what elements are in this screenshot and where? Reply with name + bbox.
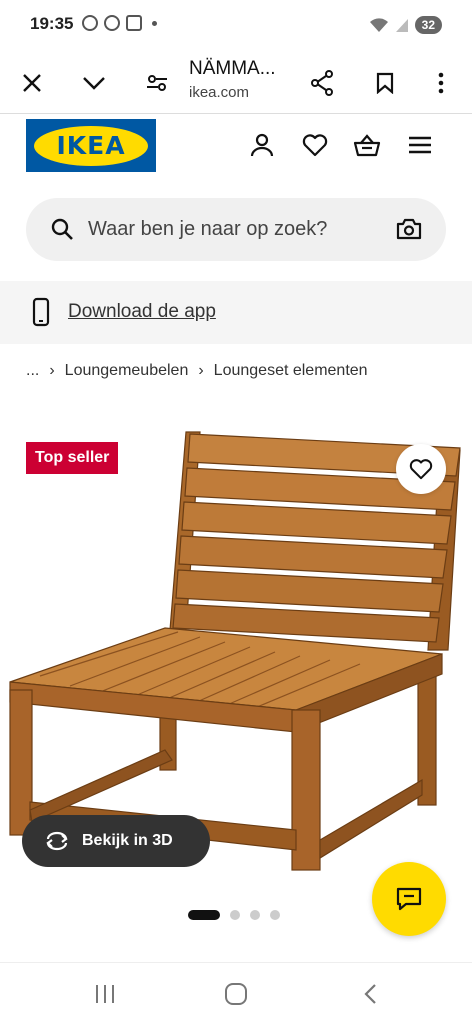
breadcrumb-item-loungemeubelen[interactable]: Loungemeubelen <box>65 362 189 380</box>
chat-icon <box>396 887 422 911</box>
bookmark-button[interactable] <box>365 63 405 103</box>
logo-text: IKEA <box>56 131 126 160</box>
gallery-pagination <box>188 910 280 920</box>
phone-icon <box>32 297 50 327</box>
chevron-down-icon <box>83 77 105 90</box>
more-options-button[interactable] <box>421 63 461 103</box>
close-tab-button[interactable] <box>12 63 52 103</box>
wishlist-button[interactable] <box>298 128 332 162</box>
messenger-icon <box>104 15 120 31</box>
battery-indicator: 32 <box>414 16 442 34</box>
search-icon <box>51 218 73 240</box>
chat-button[interactable] <box>372 862 446 936</box>
gallery-dot[interactable] <box>270 910 280 920</box>
logo-oval: IKEA <box>34 125 148 166</box>
cart-button[interactable] <box>350 128 384 162</box>
rotate-3d-icon <box>46 831 68 851</box>
breadcrumb-item-loungeset-elementen[interactable]: Loungeset elementen <box>214 362 368 380</box>
site-settings-button[interactable] <box>137 63 177 103</box>
status-time: 19:35 <box>30 14 74 33</box>
menu-icon <box>409 136 431 154</box>
more-notifications-icon <box>152 20 157 26</box>
wifi-icon <box>369 18 388 32</box>
download-app-link[interactable]: Download de app <box>68 301 216 323</box>
page-title[interactable]: NÄMMA... <box>189 58 276 80</box>
add-to-wishlist-button[interactable] <box>396 444 446 494</box>
whatsapp-icon <box>82 15 98 31</box>
breadcrumb-chevron-icon: › <box>49 362 55 379</box>
breadcrumb-chevron-icon: › <box>198 362 204 379</box>
share-button[interactable] <box>302 63 342 103</box>
account-button[interactable] <box>245 128 279 162</box>
search-bar[interactable] <box>26 198 446 261</box>
gallery-dot[interactable] <box>250 910 260 920</box>
minimize-button[interactable] <box>74 63 114 103</box>
system-nav-bar <box>0 962 472 1024</box>
product-gallery[interactable]: Top seller Bekijk in 3D <box>0 410 472 930</box>
recent-apps-icon <box>96 985 114 1003</box>
wishlist-heart-icon <box>302 134 328 157</box>
more-icon <box>438 72 444 94</box>
back-icon <box>364 984 376 1004</box>
gallery-dot[interactable] <box>230 910 240 920</box>
ikea-logo[interactable]: IKEA <box>26 119 156 172</box>
status-right: 32 <box>369 16 442 34</box>
view-in-3d-button[interactable]: Bekijk in 3D <box>22 815 210 867</box>
gallery-dot-active[interactable] <box>188 910 220 920</box>
cart-basket-icon <box>353 134 381 157</box>
site-settings-icon <box>147 75 167 91</box>
browser-toolbar: NÄMMA... ikea.com <box>0 52 472 114</box>
account-icon <box>250 133 274 157</box>
search-input[interactable] <box>88 213 378 245</box>
close-icon <box>23 74 41 92</box>
breadcrumb: ... › Loungemeubelen › Loungeset element… <box>26 362 368 380</box>
home-icon <box>225 983 247 1005</box>
home-button[interactable] <box>216 977 256 1011</box>
view-in-3d-label: Bekijk in 3D <box>82 832 173 849</box>
site-header: IKEA <box>0 114 472 178</box>
breadcrumb-item-more[interactable]: ... <box>26 362 39 380</box>
top-seller-badge: Top seller <box>26 442 119 474</box>
menu-button[interactable] <box>403 128 437 162</box>
recent-apps-button[interactable] <box>85 977 125 1011</box>
share-icon <box>311 70 333 96</box>
camera-search-icon[interactable] <box>396 217 422 241</box>
bookmark-icon <box>376 72 394 94</box>
signal-icon <box>395 19 408 32</box>
download-app-banner: Download de app <box>0 281 472 344</box>
back-button[interactable] <box>350 977 390 1011</box>
heart-icon <box>409 459 433 480</box>
page-url[interactable]: ikea.com <box>189 84 249 101</box>
notification-icons <box>82 15 157 31</box>
screenshot-icon <box>126 15 142 31</box>
status-bar: 19:35 32 <box>0 0 472 52</box>
